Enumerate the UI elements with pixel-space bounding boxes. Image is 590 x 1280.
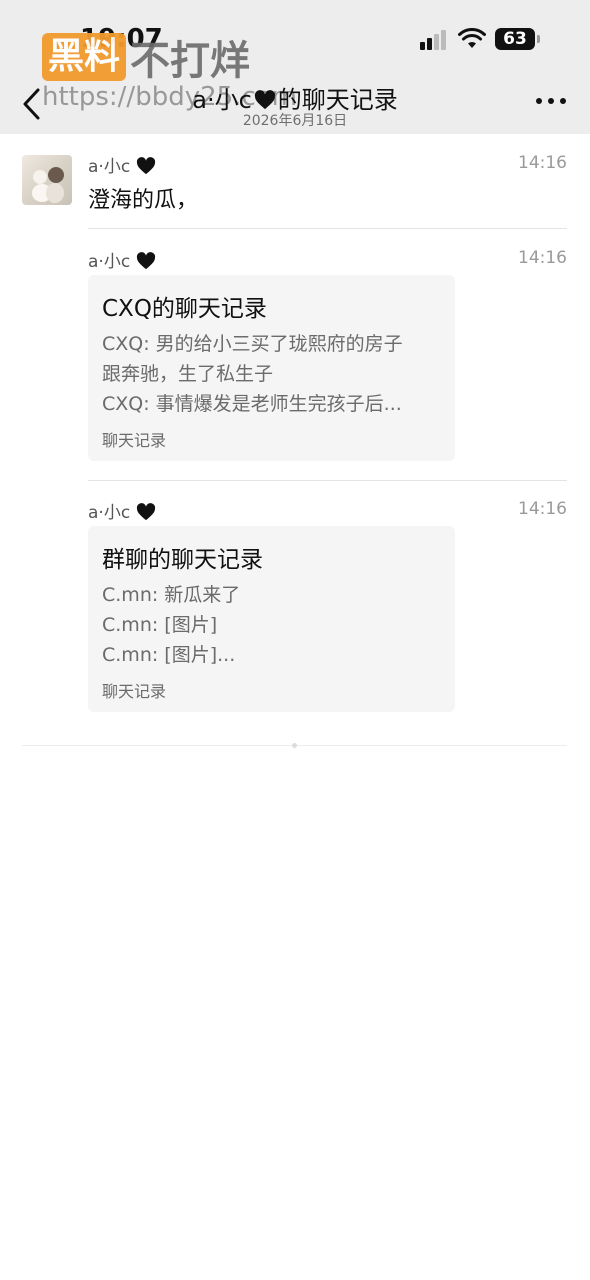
message-time: 14:16 (518, 153, 567, 173)
black-heart-icon (137, 252, 156, 270)
card-line: C.mn: [图片] (102, 614, 218, 636)
card-line: C.mn: 新瓜来了 (102, 584, 241, 606)
card-line: CXQ: 事情爆发是老师生完孩子后... (102, 393, 402, 415)
black-heart-icon (137, 503, 156, 521)
end-dot (292, 743, 297, 748)
black-heart-icon (137, 157, 156, 175)
signal-icon (420, 30, 450, 50)
card-title: 群聊的聊天记录 (102, 547, 263, 573)
page-subtitle-date: 2026年6月16日 (242, 113, 348, 129)
avatar-image (32, 167, 64, 203)
message-time: 14:16 (518, 248, 567, 268)
sender-name: a·小c (88, 252, 131, 272)
black-heart-icon (254, 90, 275, 110)
message-sender: a·小c (88, 152, 156, 177)
top-bar: 19:07 63 黑料 不打烊 https://bbdy25.com a·小c的… (0, 0, 590, 134)
message-sender: a·小c (88, 498, 156, 523)
message-text: 澄海的瓜， (88, 188, 199, 213)
watermark-logo: 黑料 不打烊 (42, 32, 250, 84)
wifi-icon (458, 28, 486, 48)
message-sender: a·小c (88, 247, 156, 272)
battery-tip (537, 35, 540, 43)
sender-name: a·小c (88, 503, 131, 523)
watermark-text: 不打烊 (130, 38, 251, 84)
sender-name: a·小c (88, 157, 131, 177)
card-line: 跟奔驰，生了私生子 (102, 363, 274, 385)
battery-icon: 63 (495, 28, 535, 50)
more-dots-icon[interactable] (536, 98, 566, 108)
message-divider (88, 480, 567, 481)
card-line: C.mn: [图片]... (102, 644, 236, 666)
message-divider (88, 228, 567, 229)
watermark-badge: 黑料 (42, 33, 127, 81)
card-footer: 聊天记录 (102, 431, 167, 450)
chat-record-card[interactable]: 群聊的聊天记录 C.mn: 新瓜来了 C.mn: [图片] C.mn: [图片]… (88, 526, 455, 712)
card-title: CXQ的聊天记录 (102, 296, 267, 322)
chat-record-card[interactable]: CXQ的聊天记录 CXQ: 男的给小三买了珑熙府的房子 跟奔驰，生了私生子 CX… (88, 275, 455, 461)
avatar[interactable] (22, 155, 72, 205)
card-footer: 聊天记录 (102, 682, 167, 701)
card-line: CXQ: 男的给小三买了珑熙府的房子 (102, 333, 403, 355)
message-time: 14:16 (518, 499, 567, 519)
